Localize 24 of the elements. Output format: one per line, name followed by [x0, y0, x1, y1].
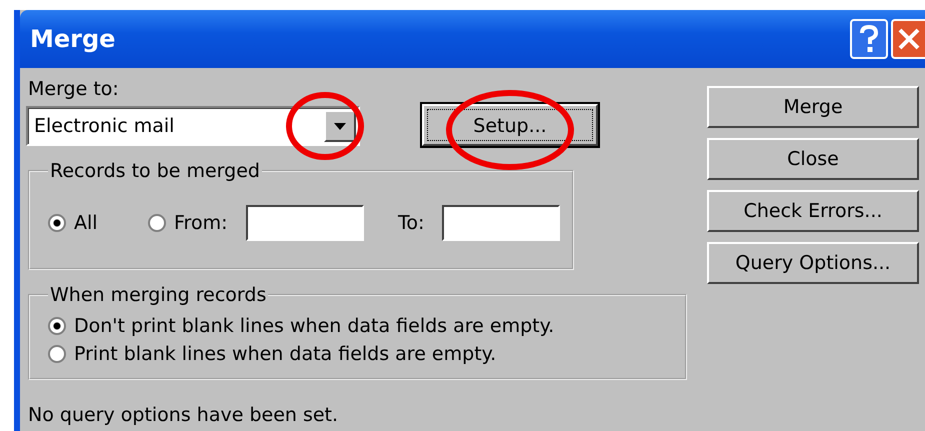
radio-option[interactable]: From:: [148, 188, 228, 258]
group-title: When merging records: [49, 284, 268, 306]
dialog-button[interactable]: Merge: [707, 86, 919, 128]
close-icon: [897, 27, 921, 51]
group-title: Records to be merged: [49, 160, 261, 182]
merge-to-label: Merge to:: [27, 78, 120, 100]
dialog-button[interactable]: Close: [707, 138, 919, 180]
status-text: No query options have been set.: [27, 404, 340, 426]
from-field[interactable]: [246, 205, 364, 241]
to-label: To:: [398, 212, 424, 234]
dropdown-arrow-button[interactable]: [324, 110, 356, 142]
setup-button[interactable]: Setup...: [422, 104, 598, 146]
to-field[interactable]: [442, 205, 560, 241]
dialog-button[interactable]: Query Options...: [707, 242, 919, 284]
close-button[interactable]: [891, 19, 925, 59]
window-title: Merge: [30, 25, 116, 53]
help-button[interactable]: [850, 19, 888, 59]
dialog-button[interactable]: Check Errors...: [707, 190, 919, 232]
help-icon: [858, 25, 880, 53]
merge-to-dropdown[interactable]: Electronic mail: [26, 106, 360, 146]
radio-option[interactable]: Print blank lines when data fields are empty.: [48, 340, 673, 368]
caret-icon: [334, 122, 346, 130]
radio-option[interactable]: Don't print blank lines when data fields are empty.: [48, 312, 673, 340]
radio-option[interactable]: All: [48, 212, 148, 234]
